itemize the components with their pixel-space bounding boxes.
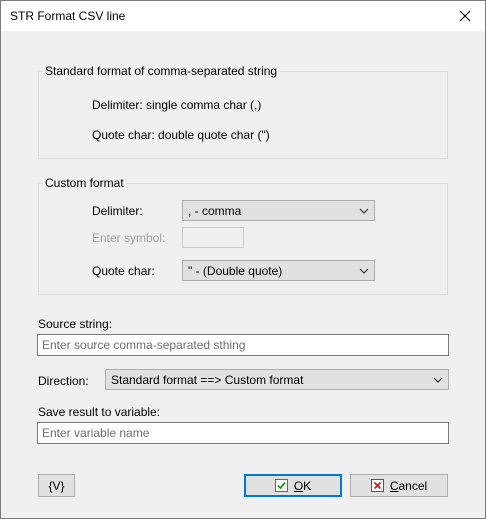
standard-quote-text: Quote char: double quote char (") [92, 128, 270, 142]
standard-delimiter-text: Delimiter: single comma char (,) [92, 98, 262, 112]
check-icon [274, 479, 288, 492]
close-icon [459, 10, 471, 22]
delimiter-select[interactable]: , - comma [182, 200, 375, 221]
cancel-button[interactable]: Cancel [350, 474, 448, 497]
standard-format-group-label: Standard format of comma-separated strin… [43, 64, 280, 78]
direction-select[interactable]: Standard format ==> Custom format [105, 369, 449, 390]
source-string-field[interactable] [37, 334, 449, 356]
custom-format-group-label: Custom format [43, 176, 126, 190]
direction-label: Direction: [38, 374, 89, 388]
x-icon [370, 479, 384, 492]
window-title: STR Format CSV line [10, 9, 126, 23]
ok-button[interactable]: OK [244, 474, 342, 497]
variable-name-field[interactable] [37, 422, 449, 444]
variable-name-input[interactable] [38, 423, 448, 443]
delimiter-label: Delimiter: [92, 204, 143, 218]
quote-char-select-value: " - (Double quote) [188, 264, 283, 278]
enter-symbol-label: Enter symbol: [92, 231, 166, 245]
source-string-label: Source string: [38, 317, 113, 331]
enter-symbol-input [183, 228, 243, 247]
dialog-window: STR Format CSV line Standard format of c… [0, 0, 486, 519]
direction-select-value: Standard format ==> Custom format [111, 373, 304, 387]
variables-button[interactable]: {V} [38, 474, 75, 497]
chevron-down-icon [359, 268, 369, 274]
custom-format-group: Custom format Delimiter: , - comma Enter… [38, 176, 448, 295]
chevron-down-icon [433, 377, 443, 383]
enter-symbol-field [182, 227, 244, 248]
title-bar: STR Format CSV line [1, 1, 485, 31]
chevron-down-icon [359, 208, 369, 214]
save-result-label: Save result to variable: [38, 405, 161, 419]
delimiter-select-value: , - comma [188, 204, 242, 218]
standard-format-group: Standard format of comma-separated strin… [38, 64, 448, 159]
ok-button-label: OK [293, 478, 312, 493]
quote-char-label: Quote char: [92, 264, 155, 278]
cancel-button-label: Cancel [389, 478, 428, 493]
variables-button-label: {V} [48, 478, 65, 493]
source-string-input[interactable] [38, 335, 448, 355]
quote-char-select[interactable]: " - (Double quote) [182, 260, 375, 281]
close-button[interactable] [445, 1, 485, 31]
